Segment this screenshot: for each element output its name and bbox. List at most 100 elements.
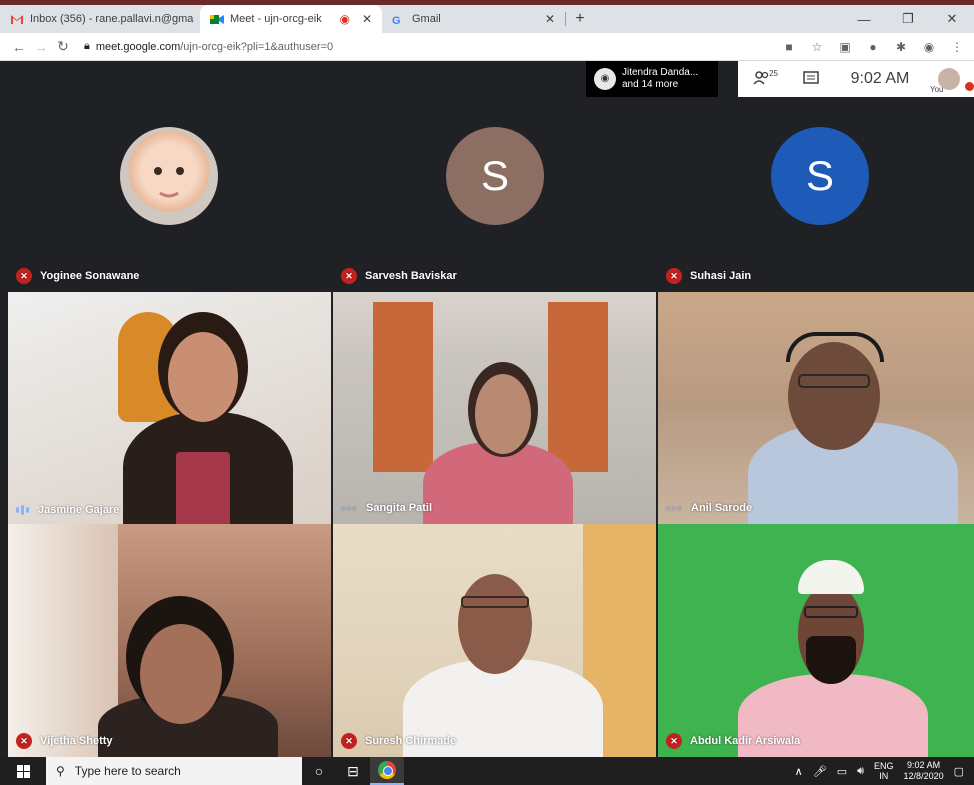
cap (798, 560, 864, 594)
camera-icon[interactable]: ■ (782, 40, 796, 54)
taskbar-search-box[interactable]: ⚲ Type here to search (46, 757, 302, 785)
lang-top: ENG (874, 761, 894, 771)
participant-name-label: ✕ Sarvesh Baviskar (341, 268, 457, 284)
participant-tile[interactable]: ✕ Vijetha Shetty (8, 524, 331, 757)
tab-gmail-inbox[interactable]: Inbox (356) - rane.pallavi.n@gma ✕ (0, 5, 209, 33)
beard (806, 636, 856, 684)
participant-tile[interactable]: ··· Sangita Patil (333, 292, 656, 524)
people-count: 25 (769, 69, 778, 78)
participant-name: Abdul Kadir Arsiwala (690, 735, 801, 747)
notification-badge (965, 82, 974, 91)
lang-bottom: IN (879, 771, 889, 781)
cortana-icon[interactable]: ○ (302, 763, 336, 779)
back-icon[interactable]: ← (8, 39, 30, 55)
participant-scarf (176, 452, 230, 524)
restore-icon[interactable]: ❐ (886, 5, 930, 33)
google-icon: G (392, 14, 406, 27)
participant-name-label: ··· Sangita Patil (341, 500, 432, 516)
address-bar-row: ← → ↻ 🔒︎ meet.google.com/ujn-orcg-eik?pl… (0, 33, 974, 61)
self-view-button[interactable]: You (924, 61, 974, 97)
volume-icon[interactable]: 🔊︎ (857, 765, 864, 778)
url-field[interactable]: 🔒︎ meet.google.com/ujn-orcg-eik?pli=1&au… (84, 40, 333, 53)
taskbar-clock[interactable]: 9:02 AM 12/8/2020 (904, 760, 944, 782)
participant-name: Suhasi Jain (690, 270, 752, 282)
chevron-up-icon[interactable]: ∧ (795, 765, 803, 778)
forward-icon[interactable]: → (30, 39, 52, 55)
microphone-icon[interactable]: 🎤︎ (813, 765, 827, 778)
people-button[interactable]: 25 (738, 61, 786, 97)
avatar-letter: S (480, 152, 509, 199)
tab-title: Meet - ujn-orcg-eik (230, 13, 322, 25)
reload-icon[interactable]: ↻ (52, 38, 74, 55)
meet-grid: ✕ Yoginee Sonawane S ✕ Sarvesh Baviskar … (0, 61, 974, 757)
participant-tile[interactable]: ✕ Suresh Chirmade (333, 524, 656, 757)
window-controls: — ❐ ✕ (842, 5, 974, 33)
participant-name: Vijetha Shetty (40, 735, 113, 747)
puzzle-icon[interactable]: ✱ (894, 40, 908, 54)
curtain (548, 302, 608, 472)
more-options-icon[interactable]: ··· (341, 500, 358, 516)
participant-avatar: S (771, 127, 869, 225)
participant-name-label: ✕ Suhasi Jain (666, 268, 751, 284)
tab-meet[interactable]: Meet - ujn-orcg-eik ◉ ✕ (200, 5, 382, 33)
participant-name-label: ✕ Vijetha Shetty (16, 733, 113, 749)
presenter-more: and 14 more (622, 79, 679, 90)
minimize-icon[interactable]: — (842, 5, 886, 33)
new-tab-button[interactable]: + (566, 5, 594, 33)
glasses (804, 606, 858, 618)
participant-name: Sangita Patil (366, 502, 433, 514)
participant-name: Yoginee Sonawane (40, 270, 140, 282)
chrome-icon (378, 761, 396, 779)
participant-tile[interactable]: ··· Anil Sarode (658, 292, 974, 524)
participant-name: Sarvesh Baviskar (365, 270, 457, 282)
speaking-indicator-icon (16, 504, 30, 516)
participant-tile[interactable]: ✕ Yoginee Sonawane (8, 61, 331, 292)
participant-name-label: ✕ Abdul Kadir Arsiwala (666, 733, 800, 749)
task-view-icon[interactable]: ⊟ (336, 763, 370, 780)
participant-face (140, 624, 222, 724)
participant-name: Jasmine Gajare (38, 504, 120, 516)
profile-avatar-icon[interactable]: ◉ (922, 40, 936, 54)
meet-top-bar: 25 9:02 AM You (738, 61, 974, 97)
gmail-icon (10, 14, 24, 25)
chrome-taskbar-button[interactable] (370, 757, 404, 785)
presenter-name: Jitendra Danda... (622, 67, 699, 78)
participant-tile[interactable]: Jasmine Gajare (8, 292, 331, 524)
tab-strip: Inbox (356) - rane.pallavi.n@gma ✕ Meet … (0, 5, 974, 33)
star-icon[interactable]: ☆ (810, 40, 824, 54)
tab-gmail[interactable]: G Gmail ✕ (382, 5, 565, 33)
presenter-chip[interactable]: ◉ Jitendra Danda... and 14 more (586, 61, 718, 97)
notifications-icon[interactable]: ▢ (954, 765, 964, 778)
glasses (461, 596, 529, 608)
avatar-letter: S (805, 152, 834, 199)
participant-face (458, 574, 532, 674)
mic-off-icon: ✕ (666, 733, 682, 749)
close-window-icon[interactable]: ✕ (930, 5, 974, 33)
search-placeholder: Type here to search (74, 764, 181, 778)
glasses (798, 374, 870, 388)
curtain (373, 302, 433, 472)
more-options-icon[interactable]: ··· (666, 500, 683, 516)
extension-icon[interactable]: ● (866, 40, 880, 54)
clock-time: 9:02 AM (907, 760, 941, 770)
mic-off-icon: ✕ (16, 268, 32, 284)
participant-name: Suresh Chirmade (365, 735, 457, 747)
participant-face (168, 332, 238, 422)
menu-icon[interactable]: ⋮ (950, 40, 964, 54)
start-button[interactable] (0, 757, 46, 785)
chat-button[interactable] (786, 61, 836, 97)
chat-icon (803, 70, 819, 88)
windows-taskbar: ⚲ Type here to search ○ ⊟ ∧ 🎤︎ ▭ 🔊︎ ENG I… (0, 757, 974, 785)
network-icon[interactable]: ▭ (837, 765, 847, 778)
participant-tile[interactable]: ✕ Abdul Kadir Arsiwala (658, 524, 974, 757)
participant-photo (120, 127, 218, 225)
tab-title: Inbox (356) - rane.pallavi.n@gma (30, 13, 194, 25)
extension-icon[interactable]: ▣ (838, 40, 852, 54)
url-path: /ujn-orcg-eik?pli=1&authuser=0 (180, 40, 334, 53)
close-tab-icon[interactable]: ✕ (362, 12, 372, 26)
close-tab-icon[interactable]: ✕ (545, 12, 555, 26)
mic-off-icon: ✕ (341, 268, 357, 284)
meet-icon (210, 14, 224, 25)
mic-off-icon: ✕ (341, 733, 357, 749)
language-indicator[interactable]: ENG IN (874, 761, 894, 781)
